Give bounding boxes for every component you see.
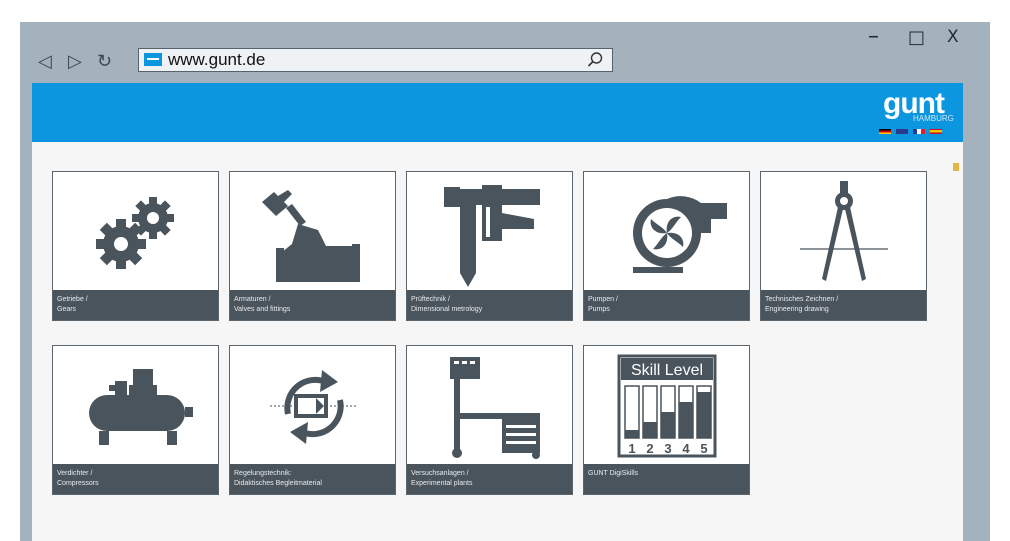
- tile-drawing[interactable]: Technisches Zeichnen / Engineering drawin…: [760, 171, 927, 321]
- maximize-button[interactable]: □: [908, 27, 925, 48]
- tile-caption: Verdichter / Compressors: [53, 464, 218, 494]
- close-button[interactable]: X: [947, 27, 959, 47]
- tile-pumps[interactable]: Pumpen / Pumps: [583, 171, 750, 321]
- skill-level-2: 2: [646, 441, 653, 456]
- site-header: gunt HAMBURG: [32, 83, 963, 142]
- back-icon[interactable]: ◁: [38, 52, 52, 70]
- caliper-icon: [407, 172, 572, 292]
- lab-bench-icon: [407, 346, 572, 466]
- pump-icon: [584, 172, 749, 292]
- site-favicon-icon: [144, 53, 162, 66]
- reload-icon[interactable]: ↻: [97, 52, 112, 70]
- tile-caption: GUNT DigiSkills: [584, 464, 749, 494]
- tile-caption: Armaturen / Valves and fittings: [230, 290, 395, 320]
- tile-caption: Prüftechnik / Dimensional metrology: [407, 290, 572, 320]
- address-bar[interactable]: www.gunt.de: [138, 48, 613, 72]
- skill-level-icon: Skill Level 1 2 3 4 5: [584, 346, 749, 466]
- tile-caption: Technisches Zeichnen / Engineering drawin…: [761, 290, 926, 320]
- valve-icon: [230, 172, 395, 292]
- gears-icon: [53, 172, 218, 292]
- language-flags[interactable]: [879, 129, 942, 134]
- flag-de-icon[interactable]: [879, 129, 891, 134]
- tile-control[interactable]: Regelungstechnik: Didaktisches Begleitmat…: [229, 345, 396, 495]
- tile-gears[interactable]: Getriebe / Gears: [52, 171, 219, 321]
- flag-fr-icon[interactable]: [913, 129, 925, 134]
- tile-valves[interactable]: Armaturen / Valves and fittings: [229, 171, 396, 321]
- skill-level-5: 5: [700, 441, 707, 456]
- tile-caption: Getriebe / Gears: [53, 290, 218, 320]
- gunt-logo[interactable]: gunt HAMBURG: [877, 89, 955, 137]
- tile-plants[interactable]: Versuchsanlagen / Experimental plants: [406, 345, 573, 495]
- tile-metrology[interactable]: Prüftechnik / Dimensional metrology: [406, 171, 573, 321]
- skill-level-4: 4: [682, 441, 690, 456]
- compressor-icon: [53, 346, 218, 466]
- tile-digiskills[interactable]: Skill Level 1 2 3 4 5 GUNT DigiSkills: [583, 345, 750, 495]
- tile-caption: Regelungstechnik: Didaktisches Begleitmat…: [230, 464, 395, 494]
- compass-icon: [761, 172, 926, 292]
- flag-en-icon[interactable]: [896, 129, 908, 134]
- tile-caption: Versuchsanlagen / Experimental plants: [407, 464, 572, 494]
- flag-es-icon[interactable]: [930, 129, 942, 134]
- web-page: gunt HAMBURG Getriebe / Gears Armaturen …: [32, 83, 963, 541]
- skill-level-1: 1: [628, 441, 635, 456]
- search-icon[interactable]: [586, 51, 604, 69]
- tile-caption: Pumpen / Pumps: [584, 290, 749, 320]
- scroll-marker: [953, 163, 959, 171]
- url-text[interactable]: www.gunt.de: [168, 50, 265, 70]
- control-loop-icon: [230, 346, 395, 466]
- skill-level-3: 3: [664, 441, 671, 456]
- skill-level-title: Skill Level: [630, 362, 702, 379]
- forward-icon[interactable]: ▷: [68, 52, 82, 70]
- minimize-button[interactable]: –: [868, 24, 879, 49]
- tile-compressors[interactable]: Verdichter / Compressors: [52, 345, 219, 495]
